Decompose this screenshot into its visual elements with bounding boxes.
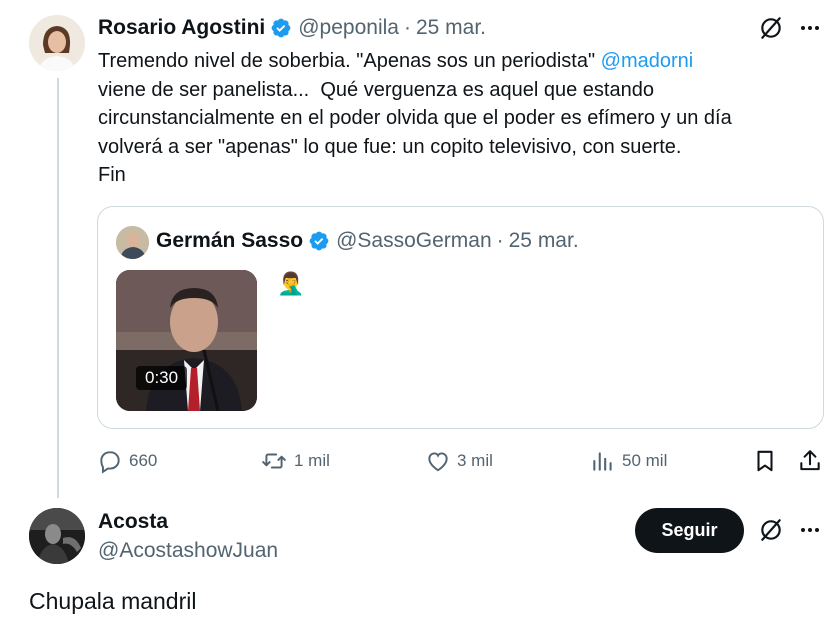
video-thumbnail[interactable]: 0:30	[116, 270, 257, 411]
tweet-header: Rosario Agostini @peponila · 25 mar.	[98, 16, 486, 40]
views-count: 50 mil	[622, 451, 668, 470]
separator-dot: ·	[403, 16, 411, 39]
quote-author-name[interactable]: Germán Sasso	[156, 229, 303, 253]
tweet-top-actions	[758, 15, 822, 41]
bookmark-icon	[757, 450, 773, 472]
heart-icon	[428, 452, 448, 472]
no-entry-icon[interactable]	[758, 517, 784, 543]
share-button[interactable]	[797, 446, 823, 476]
quote-avatar[interactable]	[116, 226, 149, 259]
reply-count: 660	[129, 451, 158, 470]
more-dots-icon[interactable]	[798, 16, 822, 40]
verified-badge-icon	[271, 18, 291, 38]
tweet-action-bar: 660 1 mil 3 mil 50 mil	[97, 446, 825, 476]
tweet-text: Tremendo nivel de soberbia. "Apenas sos …	[98, 47, 818, 190]
avatar[interactable]	[29, 15, 85, 71]
follow-button[interactable]: Seguir	[635, 508, 744, 553]
reply-text: Chupala mandril	[29, 588, 197, 614]
author-handle[interactable]: @peponila	[298, 16, 399, 40]
author-name[interactable]: Rosario Agostini	[98, 16, 265, 40]
like-count: 3 mil	[457, 451, 493, 470]
reply-avatar[interactable]	[29, 508, 85, 564]
views-chart-icon	[593, 452, 612, 471]
separator-dot: ·	[496, 229, 504, 252]
more-dots-icon[interactable]	[798, 518, 822, 542]
face-palm-emoji: 🤦‍♂️	[277, 271, 305, 296]
reply-top-actions	[758, 517, 822, 543]
bookmark-button[interactable]	[752, 446, 778, 476]
no-entry-icon[interactable]	[758, 15, 784, 41]
repost-button[interactable]: 1 mil	[260, 446, 330, 476]
video-duration: 0:30	[136, 366, 188, 390]
like-button[interactable]: 3 mil	[425, 446, 493, 476]
reply-author-name[interactable]: Acosta	[98, 510, 168, 534]
reply-author-handle[interactable]: @AcostashowJuan	[98, 539, 278, 563]
reply-button[interactable]: 660	[97, 446, 157, 476]
views-button[interactable]: 50 mil	[590, 446, 667, 476]
repost-count: 1 mil	[294, 451, 330, 470]
thread-connector-line	[57, 78, 59, 498]
tweet-text-part: viene de ser panelista... Qué verguenza …	[98, 78, 732, 187]
tweet-text-part: Tremendo nivel de soberbia. "Apenas sos …	[98, 50, 601, 72]
quote-date[interactable]: 25 mar.	[509, 229, 579, 253]
quote-header: Germán Sasso @SassoGerman · 25 mar.	[156, 229, 579, 253]
share-icon	[800, 450, 820, 471]
verified-badge-icon	[309, 231, 329, 251]
repost-icon	[262, 453, 286, 469]
tweet-date[interactable]: 25 mar.	[416, 16, 486, 40]
quote-author-handle[interactable]: @SassoGerman	[336, 229, 492, 253]
mention-link[interactable]: @madorni	[601, 50, 694, 72]
quoted-tweet-card[interactable]: Germán Sasso @SassoGerman · 25 mar. 0:30…	[97, 206, 824, 429]
reply-icon	[100, 451, 120, 474]
